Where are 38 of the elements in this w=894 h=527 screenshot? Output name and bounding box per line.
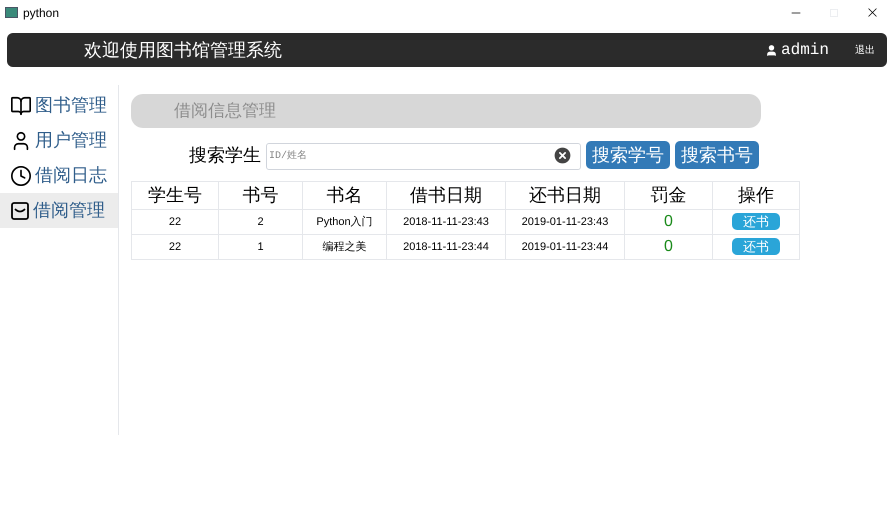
section-title: 借阅信息管理: [174, 100, 276, 122]
table-cell: 22: [132, 210, 218, 234]
column-header: 还书日期: [506, 182, 624, 210]
username: admin: [780, 40, 829, 61]
column-header: 罚金: [624, 182, 712, 210]
window-title: python: [23, 4, 60, 22]
table-cell: Python入门: [302, 210, 386, 234]
table-cell: 2018-11-11-23:44: [386, 234, 506, 260]
tray-icon: [10, 200, 30, 220]
header-title: 欢迎使用图书馆管理系统: [84, 38, 282, 62]
column-header: 书号: [218, 182, 302, 210]
search-label: 搜索学生: [189, 144, 261, 166]
search-button[interactable]: 搜索学号: [586, 141, 670, 169]
sidebar-item[interactable]: 用户管理: [0, 123, 118, 158]
column-header: 借书日期: [386, 182, 506, 210]
search-field[interactable]: ID/姓名: [266, 142, 581, 170]
sidebar-item[interactable]: 借阅管理: [0, 193, 118, 228]
sidebar-item[interactable]: 借阅日志: [0, 158, 118, 193]
table-cell: 1: [218, 234, 302, 260]
column-header: 学生号: [132, 182, 218, 210]
book-icon: [10, 94, 32, 116]
user-icon: [764, 44, 778, 56]
search-button[interactable]: 搜索书号: [675, 141, 759, 169]
table-cell: 2019-01-11-23:43: [506, 210, 624, 234]
column-header: 操作: [712, 182, 800, 210]
logout-button[interactable]: 退出: [855, 42, 875, 58]
sidebar-item[interactable]: 图书管理: [0, 88, 118, 123]
table-cell: 2: [218, 210, 302, 234]
table-cell: 22: [132, 234, 218, 260]
table-cell: 2018-11-11-23:43: [386, 210, 506, 234]
column-header: 书名: [302, 182, 386, 210]
app-icon: [5, 7, 18, 18]
fine-cell: 0: [624, 210, 712, 234]
clock-icon: [10, 164, 32, 186]
table-cell: 编程之美: [302, 234, 386, 260]
table-cell: 2019-01-11-23:44: [506, 234, 624, 260]
fine-cell: 0: [624, 234, 712, 260]
clear-icon[interactable]: [552, 144, 573, 166]
